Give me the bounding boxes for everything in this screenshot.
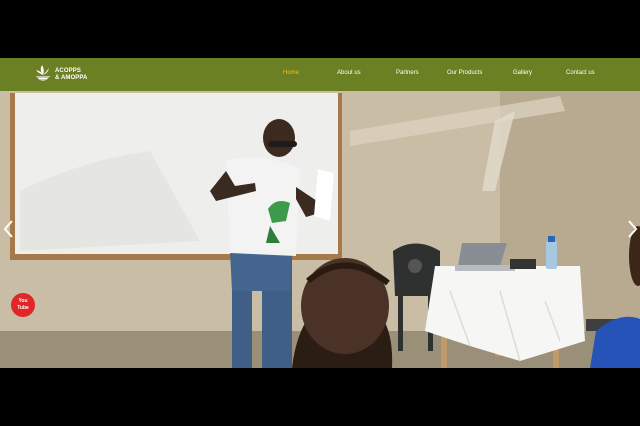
nav-item-partners[interactable]: Partners	[396, 70, 419, 76]
nav-item-our-products[interactable]: Our Products	[447, 70, 482, 76]
youtube-label: You Tube	[17, 298, 29, 311]
nav-item-home[interactable]: Home	[283, 70, 299, 76]
youtube-button[interactable]: You Tube	[11, 293, 35, 317]
hero-image	[0, 91, 640, 368]
main-nav: Home About us Partners Our Products Gall…	[0, 58, 640, 91]
nav-item-about-us[interactable]: About us	[337, 70, 361, 76]
nav-item-gallery[interactable]: Gallery	[513, 70, 532, 76]
nav-item-contact-us[interactable]: Contact us	[566, 70, 595, 76]
site-header: ACOPPS & AMOPPA Home About us Partners O…	[0, 58, 640, 91]
chevron-left-icon[interactable]	[2, 219, 16, 239]
hero-slider: You Tube	[0, 91, 640, 368]
chevron-right-icon[interactable]	[625, 219, 639, 239]
